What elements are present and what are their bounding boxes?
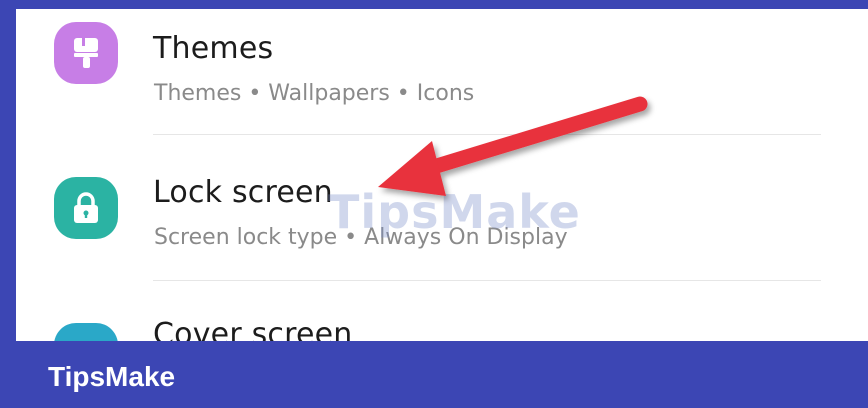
settings-item-title: Themes (153, 31, 274, 66)
settings-item-lock-screen[interactable]: Lock screen Screen lock type • Always On… (16, 140, 868, 258)
settings-item-subtitle: Themes • Wallpapers • Icons (154, 81, 475, 106)
cover-screen-icon (54, 323, 118, 341)
brand-banner: TipsMake (0, 341, 868, 408)
settings-item-subtitle: Screen lock type • Always On Display (154, 225, 568, 250)
banner-logo-text: TipsMake (48, 361, 176, 392)
settings-item-title: Lock screen (153, 175, 333, 210)
settings-screen: Themes Themes • Wallpapers • Icons Lock … (16, 9, 868, 341)
screenshot-frame: Themes Themes • Wallpapers • Icons Lock … (0, 0, 868, 408)
settings-item-cover-screen[interactable]: Cover screen (16, 287, 868, 341)
settings-item-title: Cover screen (153, 317, 353, 341)
brush-icon (54, 22, 118, 84)
divider (153, 280, 821, 281)
divider (153, 134, 821, 135)
settings-item-themes[interactable]: Themes Themes • Wallpapers • Icons (16, 9, 868, 117)
lock-icon (54, 177, 118, 239)
